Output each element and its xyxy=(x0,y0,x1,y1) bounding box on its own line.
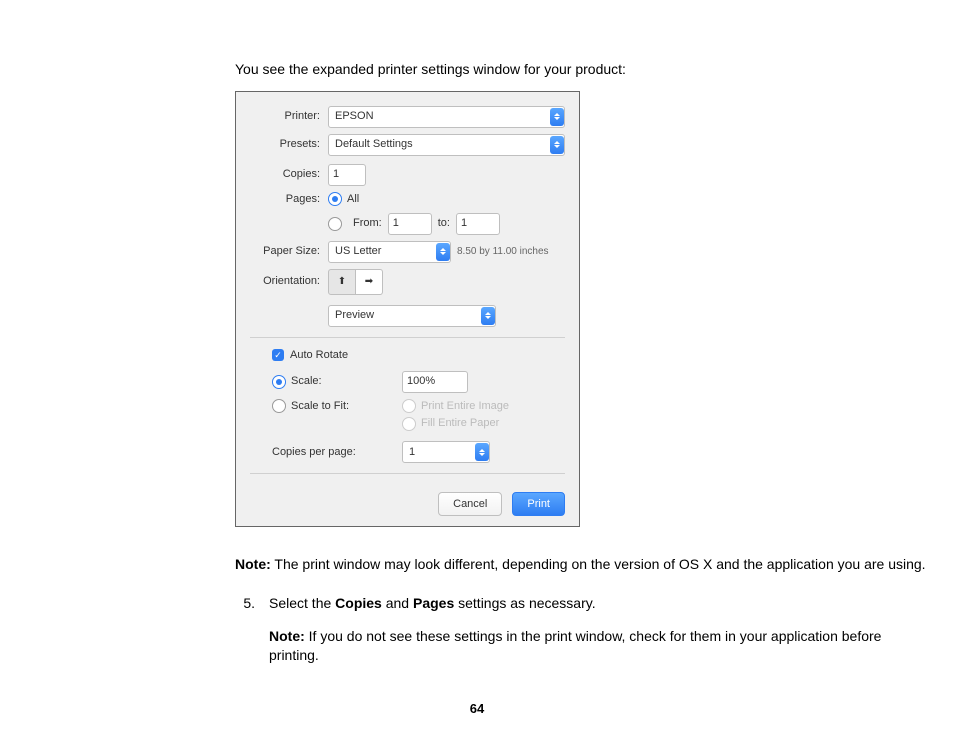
section-select[interactable]: Preview xyxy=(328,305,496,327)
from-input[interactable]: 1 xyxy=(388,213,432,235)
from-label: From: xyxy=(353,216,382,231)
copies-input[interactable]: 1 xyxy=(328,164,366,186)
scale-radio[interactable] xyxy=(272,375,286,389)
section-value: Preview xyxy=(335,308,481,323)
print-entire-radio xyxy=(402,399,416,413)
print-dialog: Printer: EPSON Presets: Default Settings… xyxy=(235,91,580,527)
presets-label: Presets: xyxy=(250,137,328,152)
intro-text: You see the expanded printer settings wi… xyxy=(235,60,935,79)
landscape-icon: ➡︎ xyxy=(365,277,373,287)
fill-paper-label: Fill Entire Paper xyxy=(421,416,499,431)
copies-per-page-label: Copies per page: xyxy=(272,445,356,460)
auto-rotate-checkbox[interactable]: ✓ xyxy=(272,349,284,361)
papersize-label: Paper Size: xyxy=(250,244,328,259)
copies-label: Copies: xyxy=(250,167,328,182)
orientation-label: Orientation: xyxy=(250,274,328,289)
orientation-landscape-button[interactable]: ➡︎ xyxy=(356,269,383,295)
copies-value: 1 xyxy=(333,167,339,182)
pages-all-label: All xyxy=(347,192,359,207)
printer-value: EPSON xyxy=(335,109,550,124)
note-1-text: The print window may look different, dep… xyxy=(271,556,926,572)
scale-to-fit-radio[interactable] xyxy=(272,399,286,413)
pages-label: Pages: xyxy=(250,192,328,207)
papersize-value: US Letter xyxy=(335,244,436,259)
note-2-text: If you do not see these settings in the … xyxy=(269,628,881,663)
pages-all-radio[interactable] xyxy=(328,192,342,206)
to-value: 1 xyxy=(461,216,467,231)
divider xyxy=(250,337,565,338)
to-label: to: xyxy=(438,216,450,231)
print-button[interactable]: Print xyxy=(512,492,565,516)
scale-input[interactable]: 100% xyxy=(402,371,468,393)
dropdown-icon xyxy=(436,243,450,261)
step-5-text: Select the Copies and Pages settings as … xyxy=(269,594,935,613)
printer-select[interactable]: EPSON xyxy=(328,106,565,128)
cancel-button[interactable]: Cancel xyxy=(438,492,502,516)
auto-rotate-label: Auto Rotate xyxy=(290,348,348,363)
dropdown-icon xyxy=(550,108,564,126)
pages-from-radio[interactable] xyxy=(328,217,342,231)
fill-paper-radio xyxy=(402,417,416,431)
dropdown-icon xyxy=(481,307,495,325)
scale-label: Scale: xyxy=(291,374,322,389)
dropdown-icon xyxy=(550,136,564,154)
dropdown-icon xyxy=(475,443,489,461)
page-number: 64 xyxy=(0,701,954,716)
copies-per-page-select[interactable]: 1 xyxy=(402,441,490,463)
papersize-select[interactable]: US Letter xyxy=(328,241,451,263)
copies-per-page-value: 1 xyxy=(409,445,475,460)
presets-select[interactable]: Default Settings xyxy=(328,134,565,156)
note-label: Note: xyxy=(269,628,305,644)
note-2: Note: If you do not see these settings i… xyxy=(269,627,935,665)
portrait-icon: ⬆︎ xyxy=(338,277,346,287)
step-5-number: 5. xyxy=(235,594,255,665)
presets-value: Default Settings xyxy=(335,137,550,152)
scale-to-fit-label: Scale to Fit: xyxy=(291,399,349,414)
orientation-portrait-button[interactable]: ⬆︎ xyxy=(328,269,356,295)
divider xyxy=(250,473,565,474)
from-value: 1 xyxy=(393,216,399,231)
note-1: Note: The print window may look differen… xyxy=(235,555,935,574)
note-label: Note: xyxy=(235,556,271,572)
paper-dimensions: 8.50 by 11.00 inches xyxy=(457,245,549,259)
to-input[interactable]: 1 xyxy=(456,213,500,235)
scale-value: 100% xyxy=(407,374,435,389)
printer-label: Printer: xyxy=(250,109,328,124)
print-entire-label: Print Entire Image xyxy=(421,399,509,414)
